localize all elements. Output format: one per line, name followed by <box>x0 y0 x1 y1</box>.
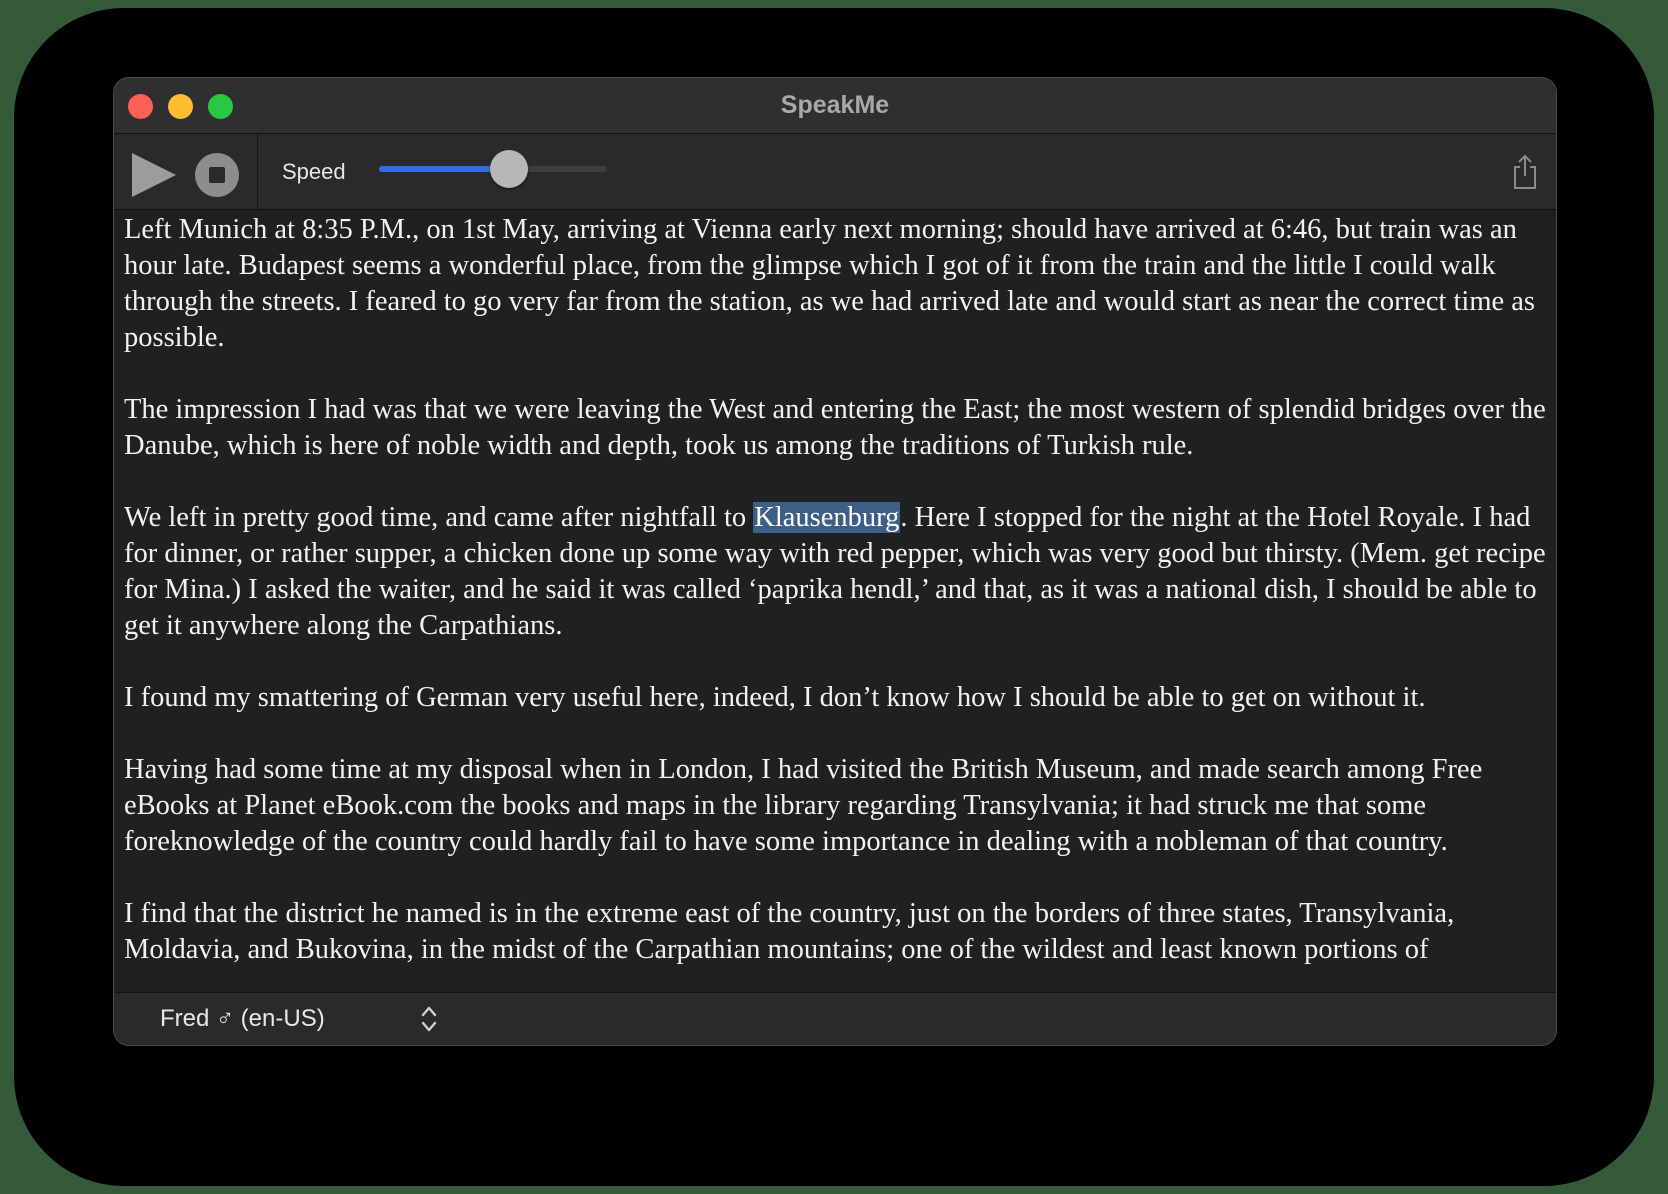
text-view[interactable]: Left Munich at 8:35 P.M., on 1st May, ar… <box>114 210 1556 992</box>
bottom-bar: Fred ♂ (en-US) <box>114 992 1556 1045</box>
title-bar[interactable]: SpeakMe <box>114 78 1556 134</box>
voice-popup-button[interactable]: Fred ♂ (en-US) <box>160 1001 325 1037</box>
paragraph-text: We left in pretty good time, and came af… <box>124 502 754 533</box>
paragraph: Left Munich at 8:35 P.M., on 1st May, ar… <box>124 214 1536 353</box>
window-title: SpeakMe <box>780 91 890 119</box>
spoken-word-highlight: Klausenburg <box>753 502 901 533</box>
speed-label: Speed <box>282 159 346 184</box>
app-window: SpeakMe Speed Left Munich at 8:35 P.M., … <box>113 77 1557 1046</box>
paragraph: I found my smattering of German very use… <box>124 682 1426 713</box>
paragraph: The impression I had was that we were le… <box>124 394 1546 461</box>
share-icon[interactable] <box>1510 154 1540 190</box>
paragraph: Having had some time at my disposal when… <box>124 754 1483 857</box>
stop-icon[interactable] <box>194 152 240 198</box>
toolbar-divider <box>257 134 258 209</box>
paragraph: I find that the district he named is in … <box>124 898 1455 965</box>
chevron-up-down-icon[interactable] <box>420 1004 438 1034</box>
paragraph: We left in pretty good time, and came af… <box>124 500 1549 644</box>
play-icon[interactable] <box>130 151 178 199</box>
speed-slider-knob[interactable] <box>489 150 528 188</box>
toolbar: Speed <box>114 134 1556 210</box>
